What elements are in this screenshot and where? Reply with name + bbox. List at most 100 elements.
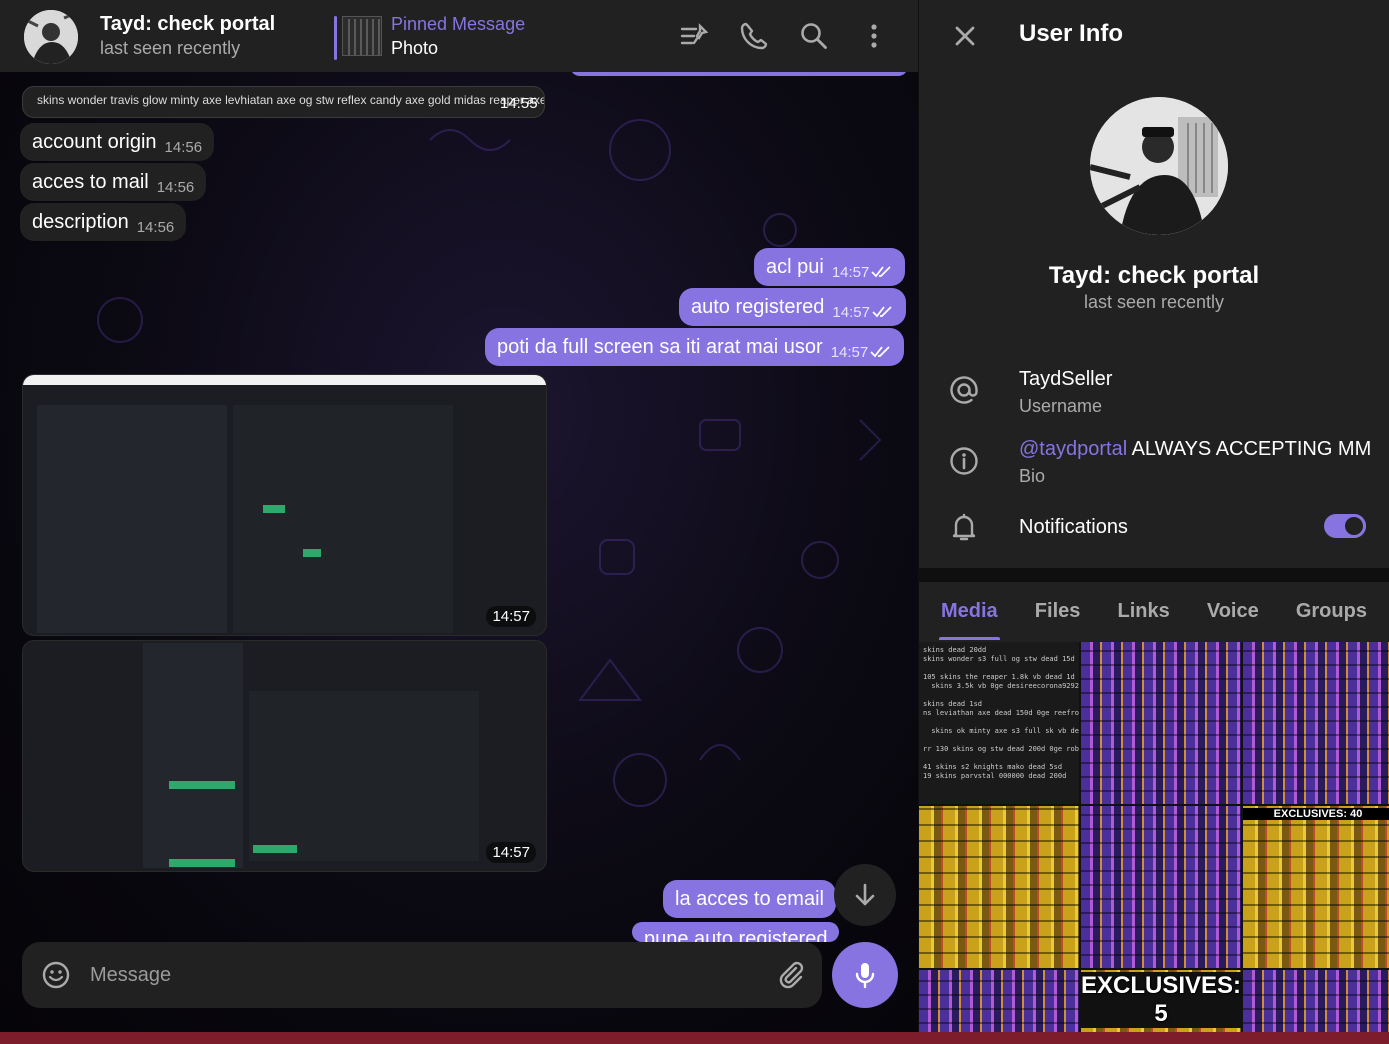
pinned-indicator	[334, 16, 337, 60]
notifications-toggle[interactable]	[1324, 514, 1366, 538]
media-thumbnail[interactable]	[1081, 642, 1241, 804]
photo-green-button	[169, 781, 235, 789]
message-time: 14:57	[831, 263, 870, 281]
panel-title: User Info	[1019, 20, 1124, 47]
profile-photo[interactable]	[1090, 97, 1228, 235]
message-meta: 14:57	[831, 344, 893, 361]
photo-green-button	[263, 505, 285, 513]
arrow-down-icon	[855, 883, 875, 906]
message-time: 14:57	[832, 303, 870, 321]
media-grid: skins dead 20dd skins wonder s3 full og …	[919, 642, 1389, 1032]
emoji-icon[interactable]	[40, 959, 72, 991]
message-input[interactable]	[90, 958, 750, 992]
outgoing-message[interactable]: auto registered 14:57	[679, 288, 906, 326]
media-thumbnail[interactable]	[1243, 642, 1389, 804]
media-thumbnail[interactable]	[1243, 970, 1389, 1032]
bio-value[interactable]: @taydportal ALWAYS ACCEPTING MM	[1019, 438, 1371, 461]
telegram-app: Tayd: check portal last seen recently Pi…	[0, 0, 1389, 1044]
notifications-label[interactable]: Notifications	[1019, 516, 1128, 539]
bio-handle-link[interactable]: @taydportal	[1019, 438, 1127, 460]
media-caption: EXCLUSIVES: 40	[1243, 808, 1389, 820]
tab-files[interactable]: Files	[1035, 582, 1081, 640]
media-tabs: Media Files Links Voice Groups	[919, 582, 1389, 640]
taskbar-strip	[0, 1032, 1389, 1044]
incoming-message[interactable]: acces to mail 14:56	[20, 163, 207, 201]
tab-links[interactable]: Links	[1117, 582, 1169, 640]
username-value[interactable]: TaydSeller	[1019, 368, 1112, 391]
toggle-knob	[1342, 514, 1366, 538]
section-separator	[919, 568, 1389, 582]
media-thumbnail[interactable]	[919, 806, 1079, 968]
message-meta: 14:57	[832, 304, 894, 321]
chat-area: Tayd: check portal last seen recently Pi…	[0, 0, 918, 1032]
phone-icon[interactable]	[738, 20, 770, 52]
message-text: acl pui	[766, 255, 824, 278]
close-icon[interactable]	[949, 20, 981, 52]
message-text: acces to mail	[32, 170, 149, 193]
outgoing-message[interactable]: poti da full screen sa iti arat mai usor…	[485, 328, 905, 366]
bio-text: ALWAYS ACCEPTING MM	[1127, 438, 1372, 460]
photo-green-button	[169, 859, 235, 867]
scroll-down-button[interactable]	[834, 864, 896, 926]
chat-avatar[interactable]	[24, 10, 78, 64]
media-thumbnail[interactable]	[919, 970, 1079, 1032]
profile-status: last seen recently	[1083, 292, 1225, 312]
media-thumbnail[interactable]: EXCLUSIVES: 5	[1081, 970, 1241, 1032]
chat-title[interactable]: Tayd: check portal	[100, 13, 275, 36]
info-icon	[950, 447, 978, 475]
outgoing-message[interactable]: la acces to email	[663, 880, 836, 918]
photo-sidebar	[37, 405, 227, 633]
outgoing-message[interactable]: acl pui 14:57	[754, 248, 906, 286]
quoted-message-text: skins wonder travis glow minty axe levhi…	[37, 93, 545, 107]
media-thumbnail[interactable]	[1081, 806, 1241, 968]
photo-message[interactable]: 14:57	[22, 374, 547, 636]
tab-groups[interactable]: Groups	[1296, 582, 1367, 640]
message-meta: 14:57	[832, 264, 894, 281]
photo-time: 14:57	[486, 842, 536, 863]
more-options-icon[interactable]	[858, 20, 890, 52]
pinned-thumbnail[interactable]	[342, 16, 382, 56]
browser-tabs-strip	[23, 375, 546, 385]
tab-voice[interactable]: Voice	[1207, 582, 1259, 640]
message-text: auto registered	[691, 295, 825, 318]
photo-green-button	[303, 549, 321, 557]
message-time: 14:56	[136, 218, 175, 236]
message-text: poti da full screen sa iti arat mai usor	[497, 335, 823, 358]
user-info-panel: User Info Tayd: check portal last seen r…	[919, 0, 1389, 1032]
pinned-message-subtitle[interactable]: Photo	[391, 38, 438, 59]
at-sign-icon	[950, 376, 978, 404]
tab-media[interactable]: Media	[939, 582, 1000, 640]
username-label: Username	[1019, 396, 1103, 416]
search-icon[interactable]	[798, 20, 830, 52]
photo-panel	[233, 405, 453, 633]
chat-status: last seen recently	[100, 38, 241, 58]
photo-panel	[249, 691, 479, 861]
quoted-message[interactable]: skins wonder travis glow minty axe levhi…	[22, 86, 545, 118]
incoming-message[interactable]: description 14:56	[20, 203, 187, 241]
profile-name: Tayd: check portal	[1048, 262, 1260, 289]
photo-message[interactable]: 14:57	[22, 640, 547, 872]
microphone-icon	[855, 963, 875, 989]
media-thumbnail[interactable]: EXCLUSIVES: 40	[1243, 806, 1389, 968]
unpin-list-icon[interactable]	[678, 20, 710, 52]
photo-sidebar	[143, 643, 243, 868]
double-check-icon	[871, 266, 891, 278]
photo-time: 14:57	[486, 606, 536, 627]
message-time: 14:56	[164, 138, 203, 156]
double-check-icon	[870, 346, 890, 358]
message-time: 14:57	[830, 343, 869, 361]
message-text: la acces to email	[675, 887, 824, 910]
message-time: 14:56	[156, 178, 195, 196]
media-thumbnail[interactable]: skins dead 20dd skins wonder s3 full og …	[919, 642, 1079, 804]
pinned-message-title[interactable]: Pinned Message	[391, 14, 525, 35]
message-text: description	[32, 210, 129, 233]
outgoing-message[interactable]: pune auto registered	[632, 922, 840, 942]
voice-record-button[interactable]	[832, 942, 898, 1008]
incoming-message[interactable]: account origin 14:56	[20, 123, 215, 161]
media-caption: EXCLUSIVES: 5	[1081, 972, 1241, 1028]
paperclip-icon[interactable]	[774, 959, 806, 991]
chat-header: Tayd: check portal last seen recently Pi…	[0, 0, 918, 72]
bell-icon	[952, 513, 976, 541]
message-composer	[22, 942, 822, 1008]
photo-green-button	[253, 845, 297, 853]
